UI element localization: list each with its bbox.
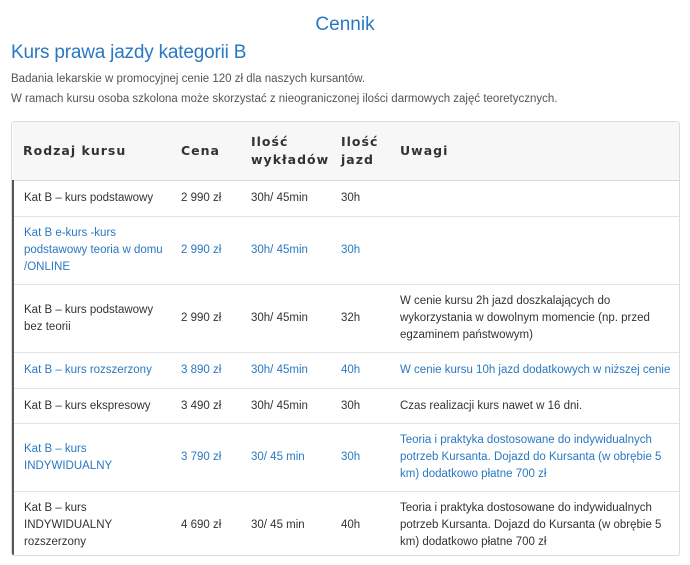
table-row[interactable]: Kat B – kurs rozszerzony 3 890 zł 30h/ 4… [12, 352, 679, 389]
page-title: Cennik [315, 14, 375, 35]
cell-notes: Czas realizacji kurs nawet w 16 dni. [390, 388, 679, 424]
cell-kind: Kat B – kurs INDYWIDUALNY rozszerzony [12, 491, 171, 555]
cell-lectures[interactable]: 30/ 45 min [241, 423, 331, 492]
cell-lectures: 30h/ 45min [241, 180, 331, 217]
cell-kind[interactable]: Kat B e-kurs -kurs podstawowy teoria w d… [12, 216, 171, 285]
cell-price[interactable]: 3 890 zł [171, 352, 241, 389]
cell-drives: 32h [331, 284, 390, 353]
course-title: Kurs prawa jazdy kategorii B [11, 42, 247, 63]
intro-text-theory: W ramach kursu osoba szkolona może skorz… [11, 93, 558, 105]
header-drives: Ilość jazd [331, 122, 390, 181]
cell-notes: Teoria i praktyka dostosowane do indywid… [400, 502, 662, 548]
header-notes: Uwagi [390, 122, 679, 181]
cell-price: 4 690 zł [181, 519, 222, 531]
cell-drives[interactable]: 40h [331, 352, 390, 389]
cell-notes[interactable]: W cenie kursu 10h jazd dodatkowych w niż… [390, 352, 679, 389]
cell-lectures: 30h/ 45min [241, 284, 331, 353]
cell-drives: 30h [331, 388, 390, 424]
table-row: Kat B – kurs podstawowy 2 990 zł 30h/ 45… [12, 180, 679, 217]
cell-lectures: 30h/ 45min [241, 388, 331, 424]
table-row[interactable]: Kat B e-kurs -kurs podstawowy teoria w d… [12, 216, 679, 285]
cell-notes[interactable] [390, 216, 679, 285]
cell-price[interactable]: 2 990 zł [171, 216, 241, 285]
header-kind: Rodzaj kursu [13, 122, 171, 181]
table-row[interactable]: Kat B – kurs INDYWIDUALNY 3 790 zł 30/ 4… [12, 423, 679, 492]
cell-price: 2 990 zł [171, 284, 241, 353]
cell-kind[interactable]: Kat B – kurs rozszerzony [12, 352, 171, 389]
cell-kind: Kat B – kurs podstawowy bez teorii [12, 284, 171, 353]
table-row: Kat B – kurs ekspresowy 3 490 zł 30h/ 45… [12, 388, 679, 424]
cell-lectures[interactable]: 30h/ 45min [241, 352, 331, 389]
table-row: Kat B – kurs podstawowy bez teorii 2 990… [12, 284, 679, 353]
price-table: Rodzaj kursu Cena Ilość wykładów Ilość jaz… [11, 121, 680, 556]
cell-price: 2 990 zł [171, 180, 241, 217]
cell-lectures: 30/ 45 min [251, 519, 305, 531]
cell-notes[interactable]: Teoria i praktyka dostosowane do indywid… [390, 423, 679, 492]
cell-drives: 30h [331, 180, 390, 217]
table-row: Kat B – kurs INDYWIDUALNY rozszerzony 4 … [12, 491, 679, 555]
cell-drives[interactable]: 30h [331, 216, 390, 285]
cell-notes [390, 180, 679, 217]
cell-drives: 40h [341, 519, 361, 531]
cell-price: 3 490 zł [171, 388, 241, 424]
cell-lectures[interactable]: 30h/ 45min [241, 216, 331, 285]
cell-notes: W cenie kursu 2h jazd doszkalających do … [390, 284, 679, 353]
header-price: Cena [171, 122, 241, 181]
cell-drives[interactable]: 30h [331, 423, 390, 492]
cell-kind: Kat B – kurs ekspresowy [12, 388, 171, 424]
intro-text-medical: Badania lekarskie w promocyjnej cenie 12… [11, 73, 366, 85]
table-header-row: Rodzaj kursu Cena Ilość wykładów Ilość jaz… [13, 122, 679, 181]
cell-kind[interactable]: Kat B – kurs INDYWIDUALNY [12, 423, 171, 492]
header-lectures: Ilość wykładów [241, 122, 331, 181]
cell-kind: Kat B – kurs podstawowy [12, 180, 171, 217]
cell-price[interactable]: 3 790 zł [171, 423, 241, 492]
